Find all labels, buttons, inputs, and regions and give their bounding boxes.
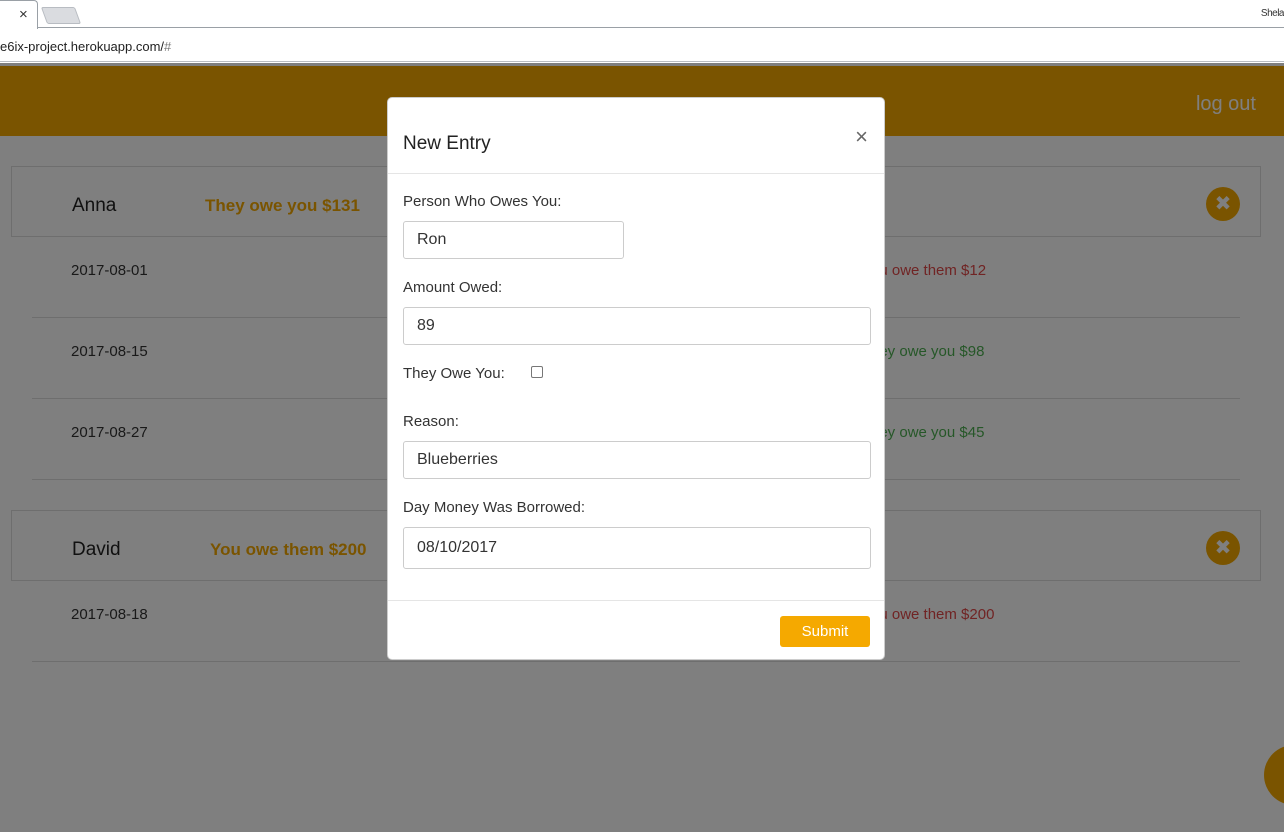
new-entry-modal: New Entry × Person Who Owes You: Ron Amo…	[387, 97, 885, 660]
browser-profile-name[interactable]: Shela	[1261, 8, 1284, 19]
new-tab-button[interactable]	[40, 7, 82, 24]
person-input[interactable]: Ron	[403, 221, 624, 259]
amount-label: Amount Owed:	[403, 279, 503, 296]
person-label: Person Who Owes You:	[403, 193, 562, 210]
date-input[interactable]: 08/10/2017	[403, 527, 871, 569]
submit-button[interactable]: Submit	[780, 616, 870, 647]
amount-input[interactable]: 89	[403, 307, 871, 345]
tab-close-icon[interactable]: ×	[19, 6, 28, 24]
reason-label: Reason:	[403, 413, 459, 430]
modal-header: New Entry ×	[388, 98, 884, 174]
they-owe-checkbox[interactable]	[531, 366, 543, 378]
address-bar[interactable]: e6ix-project.herokuapp.com/#	[0, 29, 1284, 62]
modal-title: New Entry	[403, 133, 491, 154]
close-icon[interactable]: ×	[855, 126, 868, 148]
url-host: e6ix-project.herokuapp.com/	[0, 39, 165, 54]
url-text[interactable]: e6ix-project.herokuapp.com/#	[0, 39, 171, 54]
reason-input[interactable]: Blueberries	[403, 441, 871, 479]
modal-footer: Submit	[388, 600, 884, 660]
they-owe-label: They Owe You:	[403, 365, 505, 382]
browser-tab-strip: × Shela	[0, 0, 1284, 29]
browser-tab[interactable]: ×	[0, 0, 38, 29]
url-hash: #	[164, 39, 172, 54]
date-label: Day Money Was Borrowed:	[403, 499, 586, 516]
